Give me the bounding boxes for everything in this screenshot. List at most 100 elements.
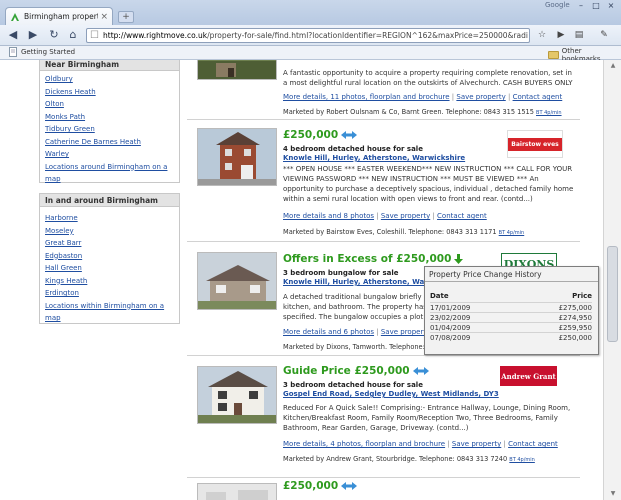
maximize-button[interactable]: □ bbox=[589, 1, 603, 11]
sidebar-link-oldbury[interactable]: Oldbury bbox=[45, 73, 174, 86]
sidebar-link-moseley[interactable]: Moseley bbox=[45, 225, 174, 238]
sidebar-link-great-barr[interactable]: Great Barr bbox=[45, 237, 174, 250]
tab-strip: Birmingham properties. F... × + Google –… bbox=[0, 0, 621, 25]
property-photo[interactable] bbox=[197, 60, 277, 80]
play-icon[interactable]: ▶ bbox=[554, 29, 568, 42]
property-address-link[interactable]: Gospel End Road, Sedgley Dudley, West Mi… bbox=[283, 390, 499, 398]
sidebar-link-erdington[interactable]: Erdington bbox=[45, 287, 174, 300]
more-details-link[interactable]: More details and 8 photos bbox=[283, 212, 374, 220]
property-photo-image bbox=[198, 484, 276, 500]
contact-agent-link[interactable]: Contact agent bbox=[513, 93, 563, 101]
sidebar-link-catherine-de-barnes-heath[interactable]: Catherine De Barnes Heath bbox=[45, 136, 174, 149]
minimize-button[interactable]: – bbox=[574, 1, 588, 11]
reload-icon[interactable]: ↻ bbox=[47, 28, 61, 42]
property-type: 4 bedroom detached house for sale bbox=[283, 145, 423, 153]
rightmove-favicon-icon bbox=[11, 12, 19, 21]
property-photo[interactable] bbox=[197, 366, 277, 424]
page-menu-icon[interactable]: ▤ bbox=[572, 29, 586, 42]
price-history-tooltip: Property Price Change History Date Price… bbox=[424, 266, 599, 355]
listing-description: *** OPEN HOUSE *** EASTER WEEKEND*** NEW… bbox=[283, 165, 574, 203]
vertical-scrollbar[interactable]: ▲ ▼ bbox=[603, 60, 621, 500]
listing-actions: More details, 11 photos, floorplan and b… bbox=[283, 93, 563, 101]
tab-birmingham-properties[interactable]: Birmingham properties. F... × bbox=[5, 7, 113, 25]
sidebar-link-olton[interactable]: Olton bbox=[45, 98, 174, 111]
star-icon[interactable]: ☆ bbox=[535, 29, 549, 42]
sidebar-link-edgbaston[interactable]: Edgbaston bbox=[45, 250, 174, 263]
marketed-by: Marketed by Andrew Grant, Stourbridge. T… bbox=[283, 455, 535, 463]
listing-actions: More details, 4 photos, floorplan and br… bbox=[283, 440, 558, 448]
listing-item: £250,000 bbox=[187, 478, 580, 500]
sidebar-link-harborne[interactable]: Harborne bbox=[45, 212, 174, 225]
price-change-arrows-icon[interactable] bbox=[412, 367, 429, 375]
listing-price: £250,000 bbox=[283, 129, 358, 141]
price-history-row: 07/08/2009 £250,000 bbox=[430, 332, 592, 343]
listing-description: Reduced For A Quick Sale!! Comprising:- … bbox=[283, 404, 571, 432]
new-tab-button[interactable]: + bbox=[118, 11, 134, 23]
property-photo-image bbox=[198, 253, 276, 309]
call-cost-note[interactable]: BT 4p/min bbox=[499, 230, 525, 236]
sidebar-link-dickens-heath[interactable]: Dickens Heath bbox=[45, 86, 174, 99]
in-and-around-birmingham-list: Harborne Moseley Great Barr Edgbaston Ha… bbox=[40, 207, 179, 323]
near-birmingham-heading: Near Birmingham bbox=[40, 60, 179, 71]
more-details-link[interactable]: More details, 11 photos, floorplan and b… bbox=[283, 93, 450, 101]
property-photo[interactable] bbox=[197, 128, 277, 186]
sidebar-link-hall-green[interactable]: Hall Green bbox=[45, 262, 174, 275]
browser-toolbar: ◀ ▶ ↻ ⌂ ☐ http://www.rightmove.co.uk/pro… bbox=[0, 25, 621, 46]
history-date: 07/08/2009 bbox=[430, 332, 519, 343]
scrollbar-thumb[interactable] bbox=[607, 246, 618, 342]
contact-agent-link[interactable]: Contact agent bbox=[437, 212, 487, 220]
price-change-arrows-icon[interactable] bbox=[341, 131, 358, 139]
back-arrow-icon[interactable]: ◀ bbox=[6, 28, 20, 42]
marketed-by: Marketed by Bairstow Eves, Coleshill. Te… bbox=[283, 228, 525, 236]
bookmark-getting-started[interactable]: Getting Started bbox=[8, 47, 75, 57]
property-photo[interactable] bbox=[197, 252, 277, 310]
save-property-link[interactable]: Save property bbox=[381, 328, 430, 336]
home-icon[interactable]: ⌂ bbox=[66, 28, 80, 42]
listing-item: Guide Price £250,000 3 bedroom detached … bbox=[187, 356, 580, 478]
property-type: 3 bedroom bungalow for sale bbox=[283, 269, 399, 277]
price-down-arrow-icon[interactable] bbox=[454, 254, 464, 264]
sidebar-link-locations-around-map[interactable]: Locations around Birmingham on a map bbox=[45, 161, 174, 184]
history-price: £259,950 bbox=[518, 322, 592, 333]
wrench-icon[interactable]: ✎ bbox=[597, 29, 611, 42]
sidebar-link-locations-within-map[interactable]: Locations within Birmingham on a map bbox=[45, 300, 174, 323]
bookmark-page-icon bbox=[9, 47, 17, 57]
price-change-arrows-icon[interactable] bbox=[341, 482, 358, 490]
forward-arrow-icon[interactable]: ▶ bbox=[26, 28, 40, 42]
price-history-row: 17/01/2009 £275,000 bbox=[430, 302, 592, 313]
address-bar[interactable]: ☐ http://www.rightmove.co.uk/property-fo… bbox=[86, 28, 530, 43]
sidebar-link-monks-path[interactable]: Monks Path bbox=[45, 111, 174, 124]
save-property-link[interactable]: Save property bbox=[381, 212, 430, 220]
in-and-around-birmingham-heading: In and around Birmingham bbox=[40, 194, 179, 207]
marketed-by: Marketed by Robert Oulsnam & Co, Barnt G… bbox=[283, 108, 562, 116]
scroll-down-icon[interactable]: ▼ bbox=[609, 490, 617, 497]
property-address-link[interactable]: Knowle Hill, Hurley, Atherstone, Warwick… bbox=[283, 154, 465, 162]
call-cost-note[interactable]: BT 4p/min bbox=[509, 457, 535, 463]
listing-price: £250,000 bbox=[283, 480, 358, 492]
call-cost-note[interactable]: BT 4p/min bbox=[536, 110, 562, 116]
listing-price: Offers in Excess of £250,000 bbox=[283, 253, 464, 265]
scroll-up-icon[interactable]: ▲ bbox=[609, 62, 617, 69]
marketed-by: Marketed by Dixons, Tamworth. Telephone:… bbox=[283, 343, 440, 351]
more-details-link[interactable]: More details, 4 photos, floorplan and br… bbox=[283, 440, 445, 448]
agent-logo-andrew-grant[interactable]: Andrew Grant bbox=[500, 366, 557, 386]
contact-agent-link[interactable]: Contact agent bbox=[508, 440, 558, 448]
agent-logo-bairstow-eves[interactable]: Bairstow eves bbox=[507, 130, 563, 158]
save-property-link[interactable]: Save property bbox=[452, 440, 501, 448]
listing-actions: More details and 6 photos | Save propert… bbox=[283, 328, 446, 336]
close-tab-icon[interactable]: × bbox=[100, 12, 108, 22]
close-window-button[interactable]: × bbox=[604, 1, 618, 11]
history-date: 23/02/2009 bbox=[430, 312, 519, 323]
near-birmingham-box: Near Birmingham Oldbury Dickens Heath Ol… bbox=[39, 60, 180, 183]
sidebar-link-kings-heath[interactable]: Kings Heath bbox=[45, 275, 174, 288]
more-details-link[interactable]: More details and 6 photos bbox=[283, 328, 374, 336]
sidebar-link-tidbury-green[interactable]: Tidbury Green bbox=[45, 123, 174, 136]
history-price: £275,000 bbox=[518, 302, 592, 313]
listing-price: Guide Price £250,000 bbox=[283, 365, 429, 377]
property-photo[interactable] bbox=[197, 483, 277, 500]
save-property-link[interactable]: Save property bbox=[456, 93, 505, 101]
sidebar-link-warley[interactable]: Warley bbox=[45, 148, 174, 161]
browser-brand-label: Google bbox=[545, 1, 570, 9]
bookmarks-bar: Getting Started Other bookmarks bbox=[0, 46, 621, 63]
price-history-row: 01/04/2009 £259,950 bbox=[430, 322, 592, 333]
